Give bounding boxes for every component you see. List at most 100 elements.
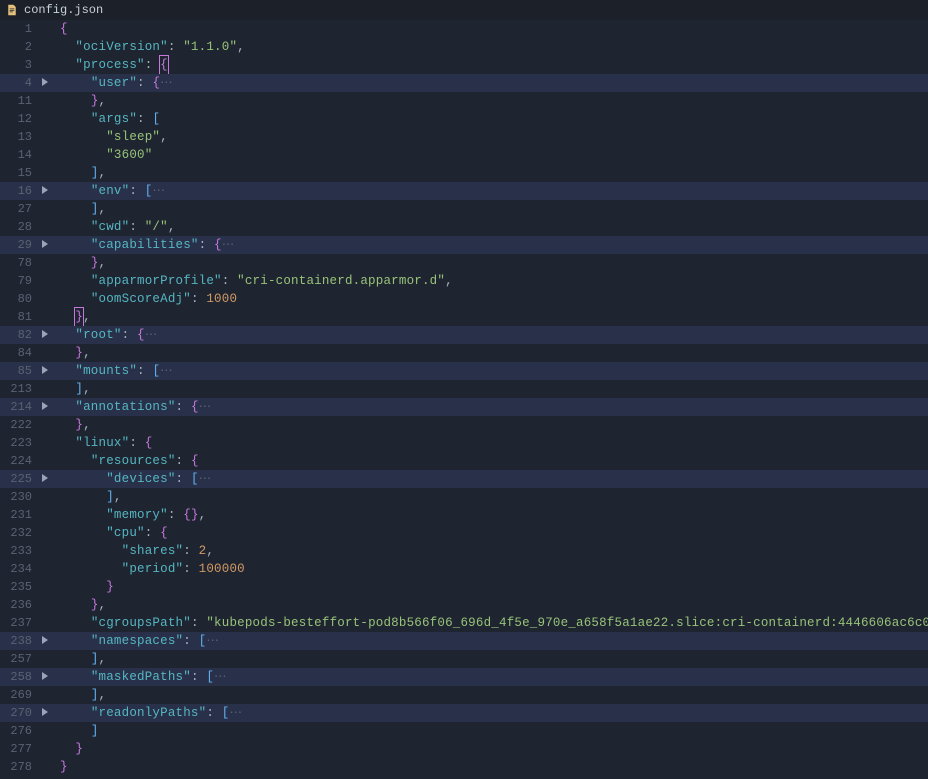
code-content[interactable]: } xyxy=(54,578,114,596)
code-line[interactable]: 29 "capabilities": {⋯ xyxy=(0,236,928,254)
code-content[interactable]: "memory": {}, xyxy=(54,506,206,524)
token: ] xyxy=(106,490,114,504)
code-line[interactable]: 81 }, xyxy=(0,308,928,326)
code-line[interactable]: 1{ xyxy=(0,20,928,38)
code-line[interactable]: 231 "memory": {}, xyxy=(0,506,928,524)
code-line[interactable]: 277 } xyxy=(0,740,928,758)
code-content[interactable]: "shares": 2, xyxy=(54,542,214,560)
code-line[interactable]: 276 ] xyxy=(0,722,928,740)
code-line[interactable]: 224 "resources": { xyxy=(0,452,928,470)
code-line[interactable]: 80 "oomScoreAdj": 1000 xyxy=(0,290,928,308)
code-content[interactable]: "annotations": {⋯ xyxy=(54,398,211,416)
code-content[interactable]: ], xyxy=(54,650,106,668)
code-line[interactable]: 82 "root": {⋯ xyxy=(0,326,928,344)
token: : xyxy=(176,472,191,486)
code-line[interactable]: 258 "maskedPaths": [⋯ xyxy=(0,668,928,686)
code-content[interactable]: "oomScoreAdj": 1000 xyxy=(54,290,237,308)
code-content[interactable]: ], xyxy=(54,380,91,398)
code-content[interactable]: }, xyxy=(54,416,91,434)
code-content[interactable]: "linux": { xyxy=(54,434,152,452)
code-content[interactable]: } xyxy=(54,758,68,776)
code-content[interactable]: "sleep", xyxy=(54,128,168,146)
code-content[interactable]: }, xyxy=(54,92,106,110)
code-line[interactable]: 2 "ociVersion": "1.1.0", xyxy=(0,38,928,56)
code-content[interactable]: "root": {⋯ xyxy=(54,326,157,344)
code-line[interactable]: 78 }, xyxy=(0,254,928,272)
code-content[interactable]: ] xyxy=(54,722,99,740)
code-content[interactable]: "3600" xyxy=(54,146,152,164)
code-content[interactable]: ], xyxy=(54,200,106,218)
token: : xyxy=(183,544,198,558)
code-line[interactable]: 230 ], xyxy=(0,488,928,506)
code-content[interactable]: "period": 100000 xyxy=(54,560,245,578)
token: "cwd" xyxy=(91,220,130,234)
code-line[interactable]: 84 }, xyxy=(0,344,928,362)
line-number: 28 xyxy=(0,218,36,236)
code-line[interactable]: 234 "period": 100000 xyxy=(0,560,928,578)
code-line[interactable]: 14 "3600" xyxy=(0,146,928,164)
code-editor[interactable]: 1{2 "ociVersion": "1.1.0",3 "process": {… xyxy=(0,20,928,779)
token: : xyxy=(222,274,237,288)
code-line[interactable]: 270 "readonlyPaths": [⋯ xyxy=(0,704,928,722)
code-content[interactable]: "maskedPaths": [⋯ xyxy=(54,668,227,686)
code-content[interactable]: "ociVersion": "1.1.0", xyxy=(54,38,245,56)
code-line[interactable]: 85 "mounts": [⋯ xyxy=(0,362,928,380)
code-content[interactable]: ], xyxy=(54,686,106,704)
token: ⋯ xyxy=(214,670,227,684)
editor-tab[interactable]: config.json xyxy=(6,3,103,17)
code-line[interactable]: 12 "args": [ xyxy=(0,110,928,128)
code-content[interactable]: ], xyxy=(54,164,106,182)
code-content[interactable]: "env": [⋯ xyxy=(54,182,165,200)
code-line[interactable]: 213 ], xyxy=(0,380,928,398)
code-line[interactable]: 16 "env": [⋯ xyxy=(0,182,928,200)
code-line[interactable]: 28 "cwd": "/", xyxy=(0,218,928,236)
code-line[interactable]: 214 "annotations": {⋯ xyxy=(0,398,928,416)
code-line[interactable]: 15 ], xyxy=(0,164,928,182)
code-content[interactable]: }, xyxy=(54,596,106,614)
line-number: 269 xyxy=(0,686,36,704)
code-line[interactable]: 13 "sleep", xyxy=(0,128,928,146)
token: : xyxy=(129,436,144,450)
code-content[interactable]: }, xyxy=(54,308,91,326)
code-content[interactable]: "cwd": "/", xyxy=(54,218,176,236)
code-line[interactable]: 79 "apparmorProfile": "cri-containerd.ap… xyxy=(0,272,928,290)
token: { xyxy=(152,76,160,90)
code-content[interactable]: "args": [ xyxy=(54,110,160,128)
code-line[interactable]: 4 "user": {⋯ xyxy=(0,74,928,92)
token: ⋯ xyxy=(229,706,242,720)
code-content[interactable]: } xyxy=(54,740,83,758)
code-content[interactable]: "capabilities": {⋯ xyxy=(54,236,234,254)
code-line[interactable]: 225 "devices": [⋯ xyxy=(0,470,928,488)
code-line[interactable]: 222 }, xyxy=(0,416,928,434)
code-line[interactable]: 237 "cgroupsPath": "kubepods-besteffort-… xyxy=(0,614,928,632)
code-line[interactable]: 11 }, xyxy=(0,92,928,110)
code-line[interactable]: 27 ], xyxy=(0,200,928,218)
code-line[interactable]: 236 }, xyxy=(0,596,928,614)
code-line[interactable]: 269 ], xyxy=(0,686,928,704)
code-content[interactable]: ], xyxy=(54,488,122,506)
code-content[interactable]: "namespaces": [⋯ xyxy=(54,632,219,650)
code-content[interactable]: "mounts": [⋯ xyxy=(54,362,173,380)
code-content[interactable]: "resources": { xyxy=(54,452,199,470)
code-content[interactable]: "cgroupsPath": "kubepods-besteffort-pod8… xyxy=(54,614,928,632)
code-content[interactable]: }, xyxy=(54,254,106,272)
code-line[interactable]: 3 "process": { xyxy=(0,56,928,74)
code-content[interactable]: "readonlyPaths": [⋯ xyxy=(54,704,242,722)
code-content[interactable]: "process": { xyxy=(54,56,168,74)
code-line[interactable]: 233 "shares": 2, xyxy=(0,542,928,560)
code-content[interactable]: "devices": [⋯ xyxy=(54,470,211,488)
code-line[interactable]: 223 "linux": { xyxy=(0,434,928,452)
code-content[interactable]: "user": {⋯ xyxy=(54,74,173,92)
code-line[interactable]: 257 ], xyxy=(0,650,928,668)
code-line[interactable]: 278} xyxy=(0,758,928,776)
token: , xyxy=(99,652,107,666)
code-content[interactable]: "cpu": { xyxy=(54,524,168,542)
code-content[interactable]: "apparmorProfile": "cri-containerd.appar… xyxy=(54,272,453,290)
code-content[interactable]: { xyxy=(54,20,68,38)
code-line[interactable]: 238 "namespaces": [⋯ xyxy=(0,632,928,650)
token: : xyxy=(183,634,198,648)
code-line[interactable]: 235 } xyxy=(0,578,928,596)
code-line[interactable]: 232 "cpu": { xyxy=(0,524,928,542)
token: } xyxy=(75,418,83,432)
code-content[interactable]: }, xyxy=(54,344,91,362)
